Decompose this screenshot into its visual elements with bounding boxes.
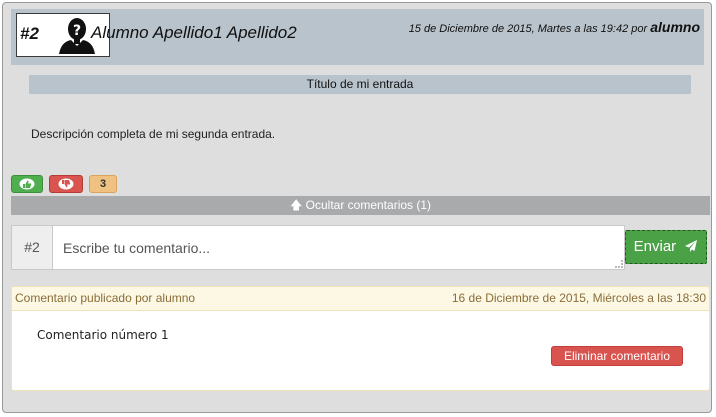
- send-comment-button[interactable]: Enviar: [625, 230, 707, 264]
- comment-panel: Comentario publicado por alumno 16 de Di…: [11, 286, 710, 391]
- delete-comment-button[interactable]: Eliminar comentario: [551, 346, 683, 366]
- post-card: #2 ? Alumno Apellido1 Apellido2 15 de Di…: [2, 2, 712, 413]
- comment-author: Comentario publicado por alumno: [15, 291, 196, 305]
- post-description: Descripción completa de mi segunda entra…: [31, 127, 276, 141]
- post-user[interactable]: alumno: [650, 19, 700, 35]
- comment-date: 16 de Diciembre de 2015, Miércoles a las…: [451, 291, 706, 305]
- comment-post-number: #2: [12, 226, 53, 269]
- post-date: 15 de Diciembre de 2015, Martes a las 19…: [408, 23, 651, 35]
- resize-handle-icon[interactable]: [615, 260, 623, 268]
- send-button-label: Enviar: [633, 238, 677, 255]
- svg-text:?: ?: [73, 23, 81, 39]
- post-title: Título de mi entrada: [29, 75, 691, 94]
- thumbs-down-icon: [58, 178, 74, 190]
- comment-input[interactable]: [53, 226, 624, 269]
- author-name: Alumno Apellido1 Apellido2: [91, 23, 297, 42]
- like-button[interactable]: [11, 175, 43, 193]
- comment-header: Comentario publicado por alumno 16 de Di…: [12, 287, 709, 311]
- toggle-comments-button[interactable]: 🡅 Ocultar comentarios (1): [11, 196, 710, 215]
- vote-count-badge: 3: [89, 175, 117, 193]
- comment-form: #2: [11, 225, 625, 270]
- toggle-comments-label: Ocultar comentarios (1): [305, 198, 432, 212]
- paper-plane-icon: [685, 240, 698, 252]
- post-number: #2: [20, 24, 39, 43]
- comment-text: Comentario número 1: [37, 328, 169, 342]
- arrow-up-icon: 🡅: [289, 198, 303, 212]
- dislike-button[interactable]: [49, 175, 83, 193]
- thumbs-up-icon: [19, 178, 35, 190]
- post-header: #2 ? Alumno Apellido1 Apellido2 15 de Di…: [11, 9, 704, 65]
- post-meta: 15 de Diciembre de 2015, Martes a las 19…: [409, 19, 700, 35]
